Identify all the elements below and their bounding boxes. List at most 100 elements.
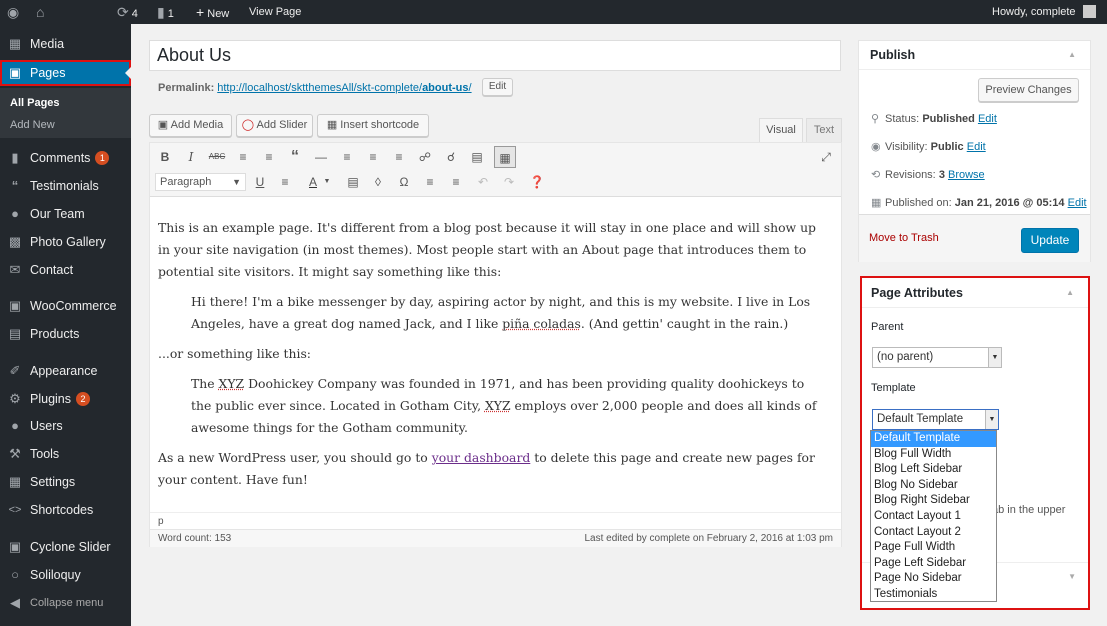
template-option[interactable]: Contact Layout 2 [871,525,996,541]
clear-formatting-icon[interactable]: ◊ [367,171,389,193]
update-button[interactable]: Update [1021,228,1079,253]
insert-shortcode-button[interactable]: ▦ Insert shortcode [317,114,429,137]
bold-icon[interactable]: B [154,146,176,168]
align-center-icon[interactable]: ≡ [362,146,384,168]
code-icon: <> [8,504,22,516]
add-slider-button[interactable]: ◯ Add Slider [236,114,313,137]
sidebar-item-testimonials[interactable]: “ Testimonials [0,174,131,198]
toolbar-toggle-icon[interactable]: ▦ [494,146,516,168]
outdent-icon[interactable]: ≡ [419,171,441,193]
align-left-icon[interactable]: ≡ [336,146,358,168]
admin-sidebar: ▦ Media ▣ Pages All Pages Add New ▮ Comm… [0,24,131,626]
post-title-input[interactable]: About Us [149,40,841,71]
permalink-url[interactable]: http://localhost/sktthemesAll/skt-comple… [217,82,471,94]
chevron-down-icon[interactable]: ▼ [1068,572,1076,581]
unlink-icon[interactable]: ☌ [440,146,462,168]
numbered-list-icon[interactable]: ≡ [258,146,280,168]
undo-icon[interactable]: ↶ [472,171,494,193]
sidebar-item-contact[interactable]: ✉ Contact [0,258,131,282]
sidebar-item-soliloquy[interactable]: ○ Soliloquy [0,563,131,587]
chevron-down-icon[interactable]: ▼ [316,171,338,193]
eye-icon: ◉ [871,141,881,153]
chevron-up-icon[interactable]: ▲ [1066,278,1074,308]
sidebar-item-shortcodes[interactable]: <> Shortcodes [0,498,131,522]
template-option[interactable]: Page No Sidebar [871,571,996,587]
template-option[interactable]: Blog Left Sidebar [871,462,996,478]
fullscreen-icon[interactable]: ⤢ [815,146,837,168]
publish-header[interactable]: Publish ▲ [859,41,1090,70]
template-option[interactable]: Default Template [871,431,996,447]
template-option[interactable]: Page Left Sidebar [871,556,996,572]
template-option[interactable]: Blog Full Width [871,447,996,463]
edit-visibility-link[interactable]: Edit [967,141,986,153]
submenu-add-new[interactable]: Add New [10,119,55,131]
sidebar-item-products[interactable]: ▤ Products [0,322,131,346]
last-edited: Last edited by complete on February 2, 2… [584,533,834,544]
edit-date-link[interactable]: Edit [1068,197,1087,209]
sidebar-item-label: Comments 1 [30,146,110,170]
format-select[interactable]: Paragraph ▼ [155,173,246,191]
sidebar-item-woocommerce[interactable]: ▣ WooCommerce [0,294,131,318]
paste-text-icon[interactable]: ▤ [342,171,364,193]
strikethrough-icon[interactable]: ABC [206,146,228,168]
collapse-menu-button[interactable]: ◀ Collapse menu [0,591,131,615]
read-more-icon[interactable]: ▤ [466,146,488,168]
preview-changes-button[interactable]: Preview Changes [978,78,1079,102]
italic-icon[interactable]: I [180,146,202,168]
blockquote-icon[interactable]: “ [284,146,306,168]
tab-text[interactable]: Text [806,118,842,142]
updates-link[interactable]: ⟳ 4 [117,0,138,24]
dashboard-link[interactable]: your dashboard [432,450,531,465]
bullet-list-icon[interactable]: ≡ [232,146,254,168]
align-right-icon[interactable]: ≡ [388,146,410,168]
editor-content[interactable]: This is an example page. It's different … [158,217,828,499]
sidebar-item-media[interactable]: ▦ Media [0,32,131,56]
browse-revisions-link[interactable]: Browse [948,169,985,181]
indent-icon[interactable]: ≡ [445,171,467,193]
view-page-link[interactable]: View Page [249,0,301,24]
edit-status-link[interactable]: Edit [978,113,997,125]
sidebar-item-tools[interactable]: ⚒ Tools [0,442,131,466]
redo-icon[interactable]: ↷ [498,171,520,193]
howdy-link[interactable]: Howdy, complete [992,0,1076,24]
special-character-icon[interactable]: Ω [393,171,415,193]
template-option[interactable]: Testimonials [871,587,996,603]
template-option[interactable]: Blog No Sidebar [871,478,996,494]
template-option[interactable]: Contact Layout 1 [871,509,996,525]
template-option[interactable]: Page Full Width [871,540,996,556]
pin-icon: ⚲ [871,113,880,125]
sidebar-item-users[interactable]: ● Users [0,414,131,438]
comments-link[interactable]: ▮ 1 [157,0,174,24]
sidebar-item-plugins[interactable]: ⚙ Plugins 2 [0,387,131,411]
home-icon[interactable]: ⌂ [36,0,44,24]
sidebar-item-cyclone-slider[interactable]: ▣ Cyclone Slider [0,535,131,559]
visibility-row: ◉ Visibility: Public Edit [871,141,986,153]
template-option[interactable]: Blog Right Sidebar [871,493,996,509]
chevron-up-icon[interactable]: ▲ [1068,41,1076,69]
page-attributes-header[interactable]: Page Attributes ▲ [862,278,1088,308]
sidebar-item-pages[interactable]: ▣ Pages [0,60,131,86]
pages-icon: ▣ [8,65,22,80]
help-icon[interactable]: ❓ [526,171,548,193]
parent-select[interactable]: (no parent) ▼ [872,347,1002,368]
avatar[interactable] [1083,5,1096,18]
underline-icon[interactable]: U [249,171,271,193]
template-select[interactable]: Default Template ▼ [872,409,999,430]
sidebar-item-comments[interactable]: ▮ Comments 1 [0,146,131,170]
move-to-trash-link[interactable]: Move to Trash [869,232,939,244]
tab-visual[interactable]: Visual [759,118,803,142]
sidebar-item-appearance[interactable]: ✐ Appearance [0,359,131,383]
sidebar-item-settings[interactable]: ▦ Settings [0,470,131,494]
media-icon: ▦ [8,36,22,51]
wordpress-logo-icon[interactable]: ◉ [7,0,19,24]
add-media-button[interactable]: ▣ Add Media [149,114,232,137]
edit-permalink-button[interactable]: Edit [482,78,513,96]
sidebar-item-our-team[interactable]: ● Our Team [0,202,131,226]
sidebar-item-photo-gallery[interactable]: ▩ Photo Gallery [0,230,131,254]
submenu-all-pages[interactable]: All Pages [10,97,60,109]
justify-icon[interactable]: ≡ [274,171,296,193]
calendar-icon: ▦ [871,197,882,209]
horizontal-rule-icon[interactable]: — [310,146,332,168]
link-icon[interactable]: ☍ [414,146,436,168]
new-content-link[interactable]: + New [196,0,229,24]
